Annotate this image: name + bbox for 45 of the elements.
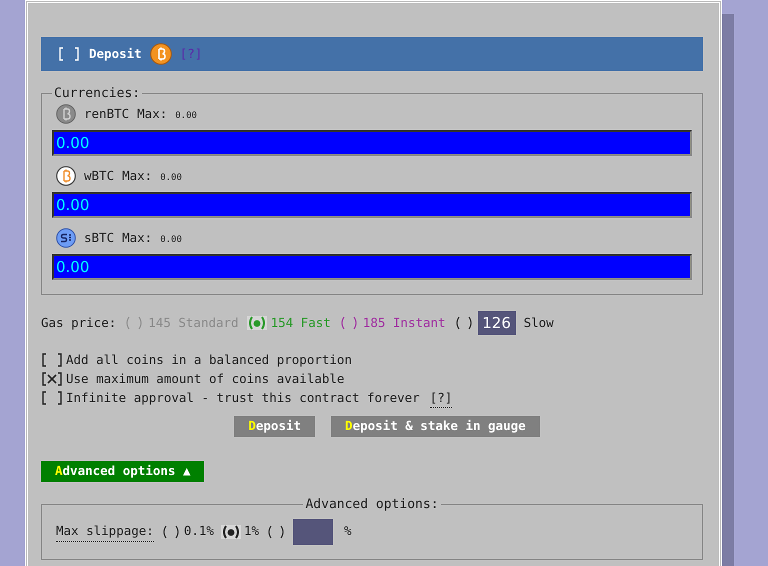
deposit-button[interactable]: Deposit: [234, 416, 316, 437]
bitcoin-icon: [56, 166, 76, 186]
coin-name: sBTC: [84, 228, 114, 247]
gas-price-label: Gas price:: [41, 314, 116, 332]
coin-name: wBTC: [84, 166, 114, 185]
max-slippage-label: Max slippage:: [56, 522, 154, 542]
gas-price-input[interactable]: 126: [478, 311, 516, 335]
radio-button[interactable]: [220, 524, 241, 539]
max-value: 0.00: [160, 172, 182, 185]
help-link[interactable]: [?]: [430, 388, 452, 408]
gas-option-label: Slow: [524, 314, 554, 332]
radio-button[interactable]: [338, 316, 359, 330]
max-value: 0.00: [160, 234, 182, 247]
max-label: Max:: [122, 166, 152, 185]
radio-button[interactable]: [124, 316, 144, 330]
percent-unit: %: [344, 522, 352, 540]
slippage-option[interactable]: 1%: [244, 522, 260, 542]
checkbox[interactable]: [40, 372, 64, 386]
amount-input[interactable]: 0.00: [52, 254, 692, 280]
slippage-input[interactable]: [293, 518, 334, 545]
radio-button[interactable]: [266, 524, 286, 539]
amount-input[interactable]: 0.00: [52, 192, 692, 218]
bitcoin-icon: [150, 43, 172, 65]
slippage-option[interactable]: 0.1%: [184, 522, 214, 542]
coin-name: renBTC: [84, 104, 130, 123]
option-label: Use maximum amount of coins available: [66, 370, 344, 388]
section-legend: Advanced options:: [303, 498, 441, 511]
coin-icon: [56, 228, 76, 248]
max-label: Max:: [137, 104, 168, 123]
option-label: Add all coins in a balanced proportion: [66, 351, 352, 369]
amount-input[interactable]: 0.00: [52, 130, 692, 156]
bitcoin-icon: [56, 104, 76, 124]
checkbox[interactable]: [57, 47, 81, 61]
section-legend: Currencies:: [52, 87, 142, 100]
checkbox[interactable]: [40, 353, 64, 368]
radio-button[interactable]: [160, 524, 181, 539]
advanced-options-toggle[interactable]: Advanced options ▲: [41, 461, 204, 482]
checkbox[interactable]: [40, 391, 64, 406]
max-label: Max:: [122, 228, 152, 247]
option-label: Infinite approval - trust this contract forever: [66, 389, 420, 407]
radio-button[interactable]: [246, 316, 267, 330]
max-value: 0.00: [175, 110, 197, 123]
deposit-button[interactable]: Deposit & stake in gauge: [331, 416, 540, 437]
panel-title: Deposit: [89, 44, 142, 63]
radio-button[interactable]: [454, 316, 474, 330]
